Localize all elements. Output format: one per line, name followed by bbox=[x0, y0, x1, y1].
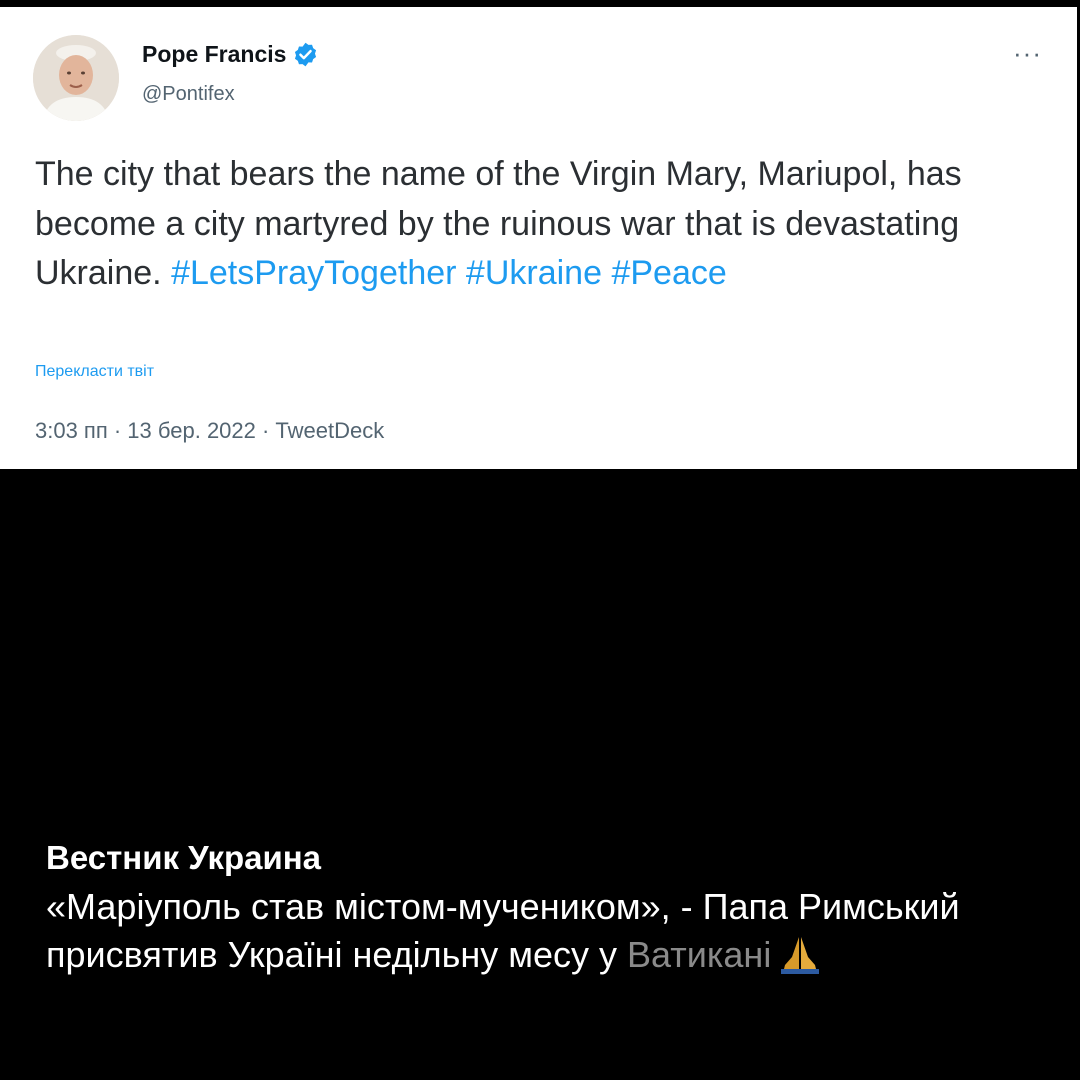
translate-tweet-link[interactable]: Перекласти твіт bbox=[35, 363, 154, 381]
author-handle[interactable]: @Pontifex bbox=[142, 83, 235, 106]
author-name-text[interactable]: Pope Francis bbox=[142, 41, 286, 68]
avatar-image bbox=[33, 35, 119, 121]
hashtag-peace[interactable]: #Peace bbox=[611, 254, 726, 292]
hashtag-ukraine[interactable]: #Ukraine bbox=[466, 254, 602, 292]
tweet-text: The city that bears the name of the Virg… bbox=[35, 150, 1025, 299]
tweet-card: Pope Francis @Pontifex ··· The city that… bbox=[0, 7, 1077, 469]
author-name[interactable]: Pope Francis bbox=[142, 41, 319, 68]
caption-faded-text: Ватикані bbox=[627, 934, 772, 975]
tweet-timestamp[interactable]: 3:03 пп · 13 бер. 2022 · TweetDeck bbox=[35, 418, 384, 444]
verified-icon bbox=[295, 42, 317, 67]
hashtag-letspraytogether[interactable]: #LetsPrayTogether bbox=[171, 254, 456, 292]
caption-source: Вестник Украина bbox=[46, 839, 322, 876]
avatar[interactable] bbox=[33, 35, 119, 121]
post-caption: Вестник Украина «Маріуполь став містом-м… bbox=[46, 838, 1036, 979]
caption-text: «Маріуполь став містом-мучеником», - Пап… bbox=[46, 883, 1036, 979]
hashtag-spacer bbox=[456, 254, 465, 292]
more-options-icon[interactable]: ··· bbox=[1013, 40, 1042, 66]
praying-hands-icon bbox=[781, 937, 820, 974]
